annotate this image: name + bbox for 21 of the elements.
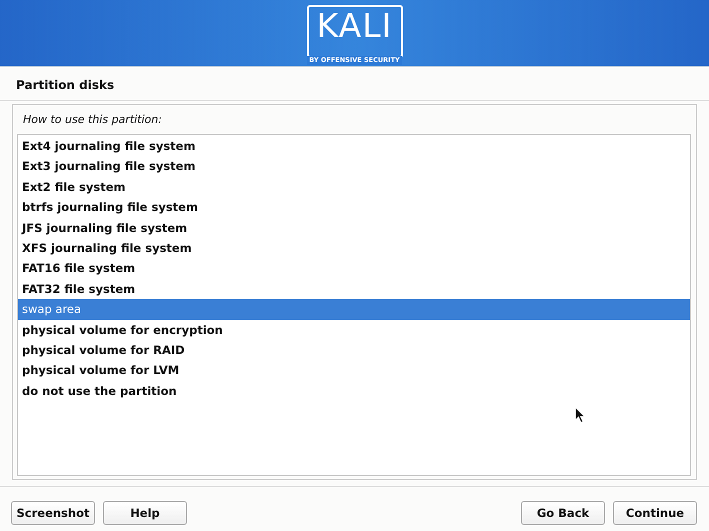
dialog-button[interactable]: Continue — [613, 501, 697, 525]
prompt-text: How to use this partition: — [22, 113, 163, 128]
dialog-button[interactable]: Screenshot — [11, 501, 95, 525]
dialog-button[interactable]: Go Back — [521, 501, 605, 525]
list-item[interactable]: swap area — [18, 299, 690, 320]
logo-text: KALI — [316, 7, 392, 45]
dialog-button[interactable]: Help — [103, 501, 187, 525]
list-item[interactable]: physical volume for encryption — [18, 320, 690, 340]
list-item[interactable]: XFS journaling file system — [18, 238, 690, 258]
list-item[interactable]: FAT16 file system — [18, 258, 690, 279]
mouse-pointer-icon — [575, 407, 585, 423]
list-item[interactable]: Ext4 journaling file system — [18, 136, 690, 156]
list-item[interactable]: do not use the partition — [18, 380, 690, 402]
page-title: Partition disks — [15, 77, 116, 94]
list-item[interactable]: physical volume for RAID — [18, 340, 690, 360]
list-item[interactable]: btrfs journaling file system — [18, 197, 690, 218]
list-item[interactable]: FAT32 file system — [18, 278, 690, 300]
list-item[interactable]: Ext3 journaling file system — [18, 156, 690, 177]
list-item[interactable]: JFS journaling file system — [18, 218, 690, 238]
list-item[interactable]: Ext2 file system — [18, 176, 690, 198]
list-item[interactable]: physical volume for LVM — [18, 360, 690, 381]
